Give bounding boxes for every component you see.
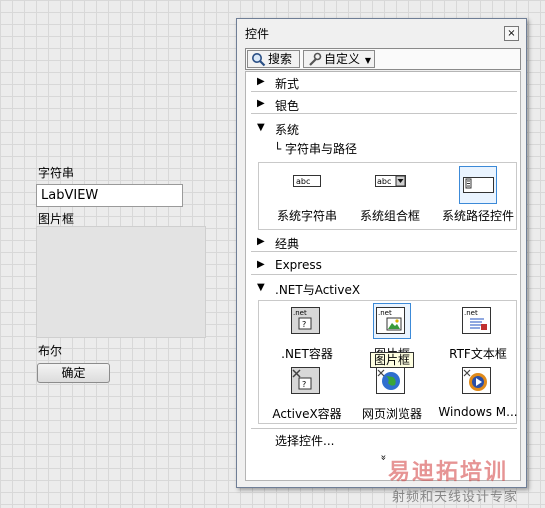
category-label: 银色 [275,99,300,113]
dropdown-arrow-icon: ▼ [364,56,371,65]
subpath-label: 字符串与路径 [285,142,358,156]
combo-box-icon: abc [375,175,406,187]
category-classic[interactable]: ▶ 经典 [251,232,517,252]
item-label: 网页浏览器 [361,407,422,421]
category-label: Express [275,258,322,272]
category-modern[interactable]: ▶ 新式 [251,72,517,92]
watermark-brand: 易迪拓培训 [388,460,509,485]
wrench-icon [309,52,322,66]
search-label: 搜索 [268,52,293,66]
globe-icon [376,367,405,394]
palette-content: ▶ 新式 ▶ 银色 ▼ 系统 └ 字符串与路径 abc 系统字符串 abc 系统… [245,71,521,481]
rtf-textbox-icon: .net [462,307,491,334]
controls-palette: 控件 × 搜索 自定义 ▼ ▶ 新式 ▶ 银色 ▼ 系统 └ 字符串与路径 ab… [236,18,527,488]
system-combo-box[interactable]: abc 系统组合框 [345,169,435,229]
picture-box-icon: .net [376,307,405,334]
item-label: 系统组合框 [359,209,420,223]
boolean-label: 布尔 [38,344,63,358]
svg-text:?: ? [302,380,306,389]
search-button[interactable]: 搜索 [247,50,300,68]
activex-container[interactable]: ? ActiveX容器 [262,365,352,421]
system-icon-area: abc 系统字符串 abc 系统组合框 系统路径控件 [258,162,517,230]
tooltip: 图片框 [370,352,415,368]
item-label: RTF文本框 [449,347,507,361]
picture-label: 图片框 [38,212,75,226]
category-label: 系统 [275,123,300,137]
item-label: 系统字符串 [276,209,337,223]
svg-text:.net: .net [464,309,478,317]
palette-toolbar: 搜索 自定义 ▼ [245,48,521,70]
category-system[interactable]: ▼ 系统 [251,118,517,138]
tree-branch-icon: └ [274,142,286,156]
watermark-tagline: 射频和天线设计专家 [392,490,519,505]
collapsed-triangle-icon: ▶ [257,259,265,270]
svg-text:abc: abc [377,177,391,186]
system-string-control[interactable]: abc 系统字符串 [262,169,352,229]
category-label: 新式 [275,77,300,91]
customize-label: 自定义 [324,52,361,66]
svg-text:.net: .net [293,309,307,317]
svg-text:?: ? [302,320,306,329]
net-container-icon: .net ? [291,307,320,334]
item-label: 系统路径控件 [441,209,514,223]
palette-title: 控件 [245,27,270,41]
expanded-triangle-icon: ▼ [257,122,265,133]
close-icon[interactable]: × [504,26,519,41]
activex-container-icon: ? [291,367,320,394]
web-browser-control[interactable]: 网页浏览器 [347,365,437,421]
more-chevron-icon[interactable]: » [378,454,389,460]
category-net-activex[interactable]: ▼ .NET与ActiveX [251,278,517,298]
system-subpalette-path[interactable]: └ 字符串与路径 [274,140,357,157]
collapsed-triangle-icon: ▶ [257,236,265,247]
media-player-icon [462,367,491,394]
system-path-control[interactable]: 系统路径控件 [433,169,523,229]
ok-button[interactable]: 确定 [37,363,110,383]
search-icon [252,53,266,67]
item-label: Windows M... [438,405,518,419]
customize-button[interactable]: 自定义 ▼ [303,50,375,68]
item-label: ActiveX容器 [272,407,342,421]
picture-control[interactable] [36,226,206,338]
svg-text:abc: abc [296,177,310,186]
category-express[interactable]: ▶ Express [251,255,517,275]
category-silver[interactable]: ▶ 银色 [251,94,517,114]
svg-text:.net: .net [378,309,392,317]
string-label: 字符串 [38,166,75,180]
string-control[interactable]: LabVIEW [36,184,183,207]
category-label: 经典 [275,237,300,251]
collapsed-triangle-icon: ▶ [257,98,265,109]
palette-titlebar[interactable]: 控件 × [237,19,526,46]
choose-controls-label: 选择控件... [275,434,335,448]
category-label: .NET与ActiveX [275,283,361,297]
item-label: .NET容器 [281,347,333,361]
expanded-triangle-icon: ▼ [257,282,265,293]
choose-controls-item[interactable]: 选择控件... [251,428,517,448]
collapsed-triangle-icon: ▶ [257,76,265,87]
rtf-textbox-control[interactable]: .net RTF文本框 [433,305,523,361]
path-control-icon [463,177,494,193]
windows-media-control[interactable]: Windows M... [433,365,523,421]
text-box-icon: abc [293,175,321,187]
net-container[interactable]: .net ? .NET容器 [262,305,352,361]
